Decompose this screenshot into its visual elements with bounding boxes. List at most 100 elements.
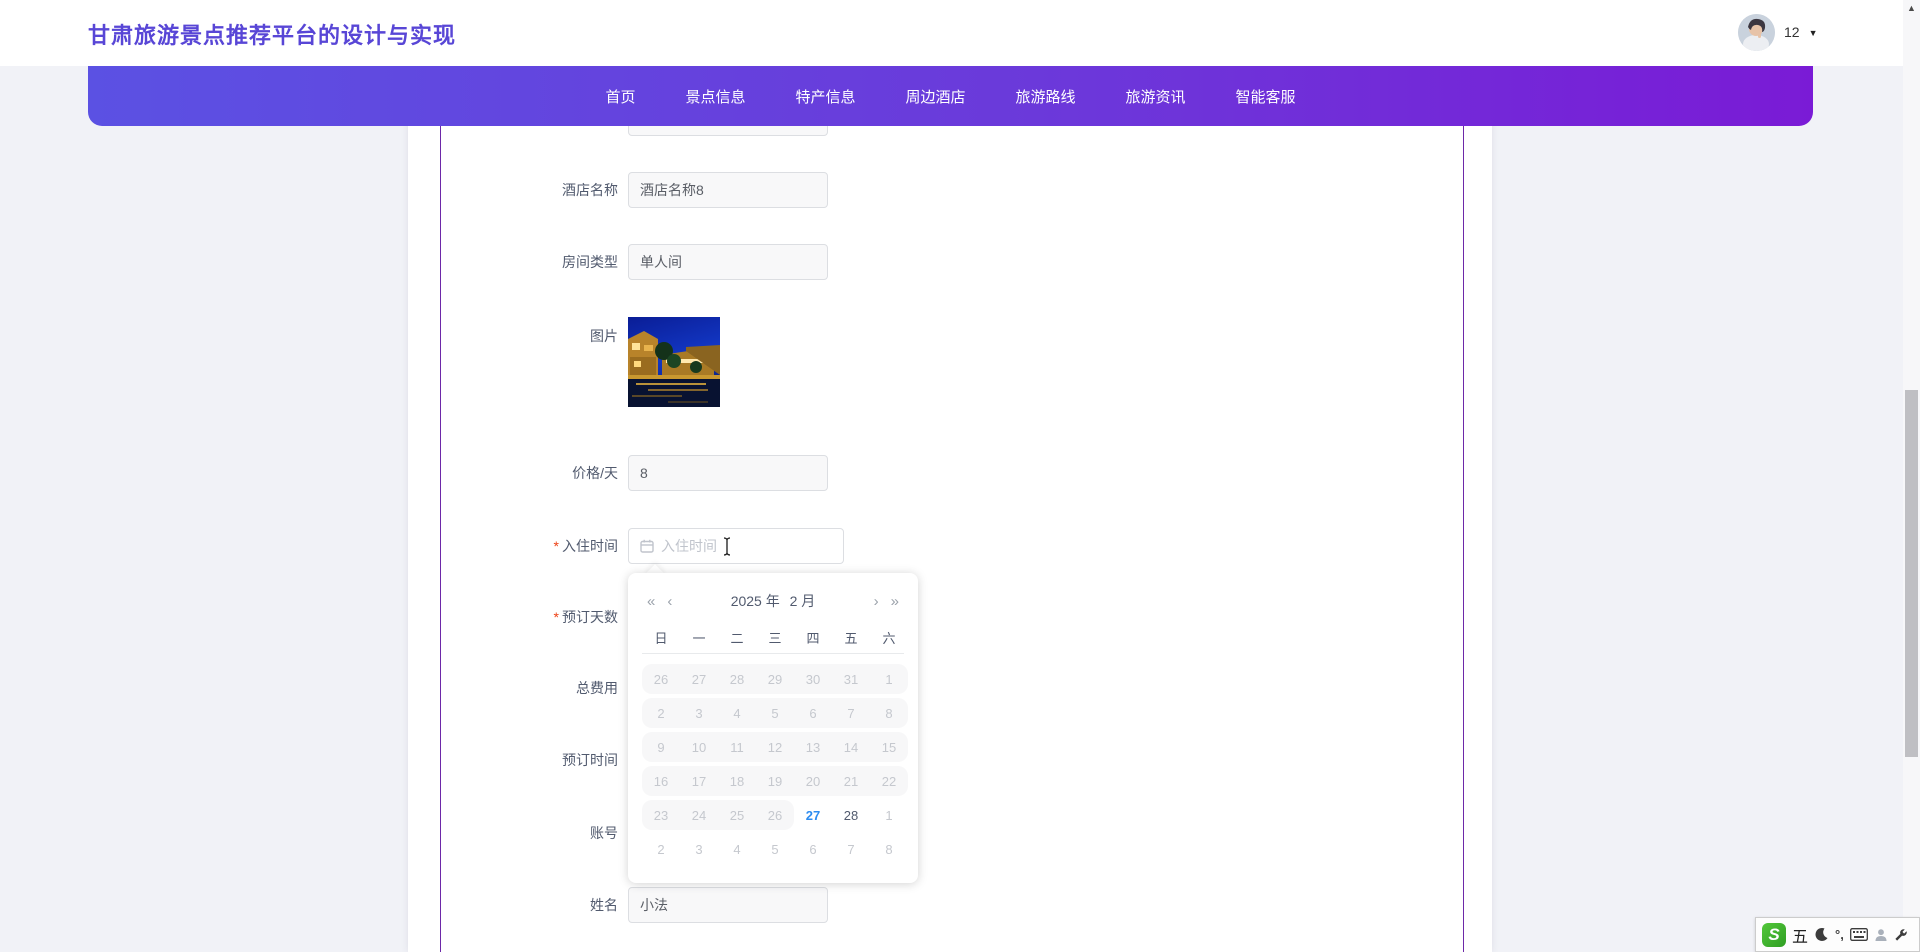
nav-item[interactable]: 特产信息 xyxy=(795,86,855,107)
date-cell[interactable]: 7 xyxy=(832,834,870,864)
field-label: 总费用 xyxy=(576,680,618,696)
date-cell[interactable]: 3 xyxy=(680,834,718,864)
calendar-title: 2025 年 2 月 xyxy=(678,591,867,611)
next-year-button[interactable]: » xyxy=(885,593,905,610)
input-value: 小法 xyxy=(640,897,668,913)
date-cell: 31 xyxy=(832,664,870,694)
field-label: 酒店名称 xyxy=(562,182,618,198)
nav-item[interactable]: 旅游资讯 xyxy=(1126,86,1186,107)
nav-item[interactable]: 首页 xyxy=(605,86,635,107)
form-row-name: 姓名 小法 xyxy=(440,887,1464,923)
next-month-button[interactable]: › xyxy=(868,593,885,610)
keyboard-icon[interactable] xyxy=(1849,928,1868,941)
date-cell: 26 xyxy=(642,664,680,694)
required-mark: * xyxy=(553,609,559,625)
date-cell: 10 xyxy=(680,732,718,762)
date-cell: 19 xyxy=(756,766,794,796)
date-cell: 29 xyxy=(756,664,794,694)
nav-item[interactable]: 周边酒店 xyxy=(905,86,965,107)
date-cell: 23 xyxy=(642,800,680,830)
date-cell[interactable]: 4 xyxy=(718,834,756,864)
date-cell: 21 xyxy=(832,766,870,796)
field-label: 房间类型 xyxy=(562,254,618,270)
nav-item[interactable]: 智能客服 xyxy=(1236,86,1296,107)
date-cell: 20 xyxy=(794,766,832,796)
field-label: 账号 xyxy=(590,825,618,841)
year-label[interactable]: 2025 年 xyxy=(728,593,783,609)
nav-item[interactable]: 旅游路线 xyxy=(1016,86,1076,107)
ime-toolbar: S 五 °, xyxy=(1755,917,1920,952)
form-row-account: 账号 xyxy=(440,815,1464,851)
input-value: 酒店名称8 xyxy=(640,182,704,198)
hotel-image[interactable] xyxy=(628,317,720,407)
avatar xyxy=(1738,13,1775,51)
moon-icon[interactable] xyxy=(1814,927,1829,942)
date-cell: 18 xyxy=(718,766,756,796)
user-dropdown[interactable]: 12 ▼ xyxy=(1738,12,1818,52)
prev-year-button[interactable]: « xyxy=(641,593,661,610)
date-cell: 7 xyxy=(832,698,870,728)
date-cell: 6 xyxy=(794,698,832,728)
room-type-input[interactable]: 单人间 xyxy=(628,244,828,280)
hotel-name-input[interactable]: 酒店名称8 xyxy=(628,172,828,208)
ime-logo-icon[interactable]: S xyxy=(1762,922,1786,947)
date-cell: 15 xyxy=(870,732,908,762)
weekday-label: 三 xyxy=(768,630,782,646)
site-title: 甘肃旅游景点推荐平台的设计与实现 xyxy=(88,23,457,48)
checkin-date-input[interactable]: 入住时间 xyxy=(628,528,844,564)
date-cell: 17 xyxy=(680,766,718,796)
weekday-label: 六 xyxy=(882,630,896,646)
date-cell: 30 xyxy=(794,664,832,694)
wrench-icon[interactable] xyxy=(1894,928,1908,942)
date-cell: 28 xyxy=(718,664,756,694)
calendar-grid: 26 27 28 29 30 31 1 2 3 4 5 6 7 8 9 10 1… xyxy=(642,664,908,864)
input-placeholder: 入住时间 xyxy=(661,538,717,554)
calendar-icon xyxy=(640,539,654,553)
scrollbar-up-arrow[interactable]: ▲ xyxy=(1903,3,1920,13)
price-input[interactable]: 8 xyxy=(628,455,828,491)
field-label: 姓名 xyxy=(590,897,618,913)
chevron-down-icon: ▼ xyxy=(1808,27,1818,38)
required-mark: * xyxy=(553,538,559,554)
date-cell: 2 xyxy=(642,698,680,728)
date-cell: 12 xyxy=(756,732,794,762)
user-profile-icon[interactable] xyxy=(1874,928,1888,942)
month-label[interactable]: 2 月 xyxy=(787,593,819,609)
scrollbar-track[interactable]: ▲ xyxy=(1903,0,1920,952)
form-row-cost: 总费用 xyxy=(440,670,1464,706)
prev-month-button[interactable]: ‹ xyxy=(661,593,678,610)
top-header-bar: 甘肃旅游景点推荐平台的设计与实现 xyxy=(0,0,1903,66)
ime-wubi-mode[interactable]: 五 xyxy=(1792,923,1808,947)
date-cell: 8 xyxy=(870,698,908,728)
date-cell: 9 xyxy=(642,732,680,762)
field-label: * 入住时间 xyxy=(553,538,618,554)
form-row-booking-time: 预订时间 xyxy=(440,742,1464,778)
date-cell: 3 xyxy=(680,698,718,728)
date-cell: 13 xyxy=(794,732,832,762)
date-cell[interactable]: 8 xyxy=(870,834,908,864)
date-cell[interactable]: 27 xyxy=(794,800,832,830)
main-nav: 首页 景点信息 特产信息 周边酒店 旅游路线 旅游资讯 智能客服 xyxy=(88,66,1813,126)
weekday-label: 一 xyxy=(692,630,706,646)
weekday-label: 二 xyxy=(730,630,744,646)
date-cell[interactable]: 2 xyxy=(642,834,680,864)
nav-item[interactable]: 景点信息 xyxy=(685,86,745,107)
text-cursor xyxy=(723,536,731,556)
form-row-hotel-name: 酒店名称 酒店名称8 xyxy=(440,172,1464,208)
avatar-image xyxy=(1738,13,1775,51)
date-cell: 11 xyxy=(718,732,756,762)
date-cell: 27 xyxy=(680,664,718,694)
ime-punctuation-mode[interactable]: °, xyxy=(1835,927,1844,942)
scrollbar-thumb[interactable] xyxy=(1905,390,1918,757)
date-cell: 26 xyxy=(756,800,794,830)
date-cell: 25 xyxy=(718,800,756,830)
date-cell[interactable]: 1 xyxy=(870,800,908,830)
field-label: 图片 xyxy=(590,328,618,344)
date-cell: 1 xyxy=(870,664,908,694)
date-cell: 24 xyxy=(680,800,718,830)
date-cell[interactable]: 5 xyxy=(756,834,794,864)
date-cell[interactable]: 6 xyxy=(794,834,832,864)
date-cell[interactable]: 28 xyxy=(832,800,870,830)
user-name: 12 xyxy=(1784,24,1800,40)
name-input[interactable]: 小法 xyxy=(628,887,828,923)
